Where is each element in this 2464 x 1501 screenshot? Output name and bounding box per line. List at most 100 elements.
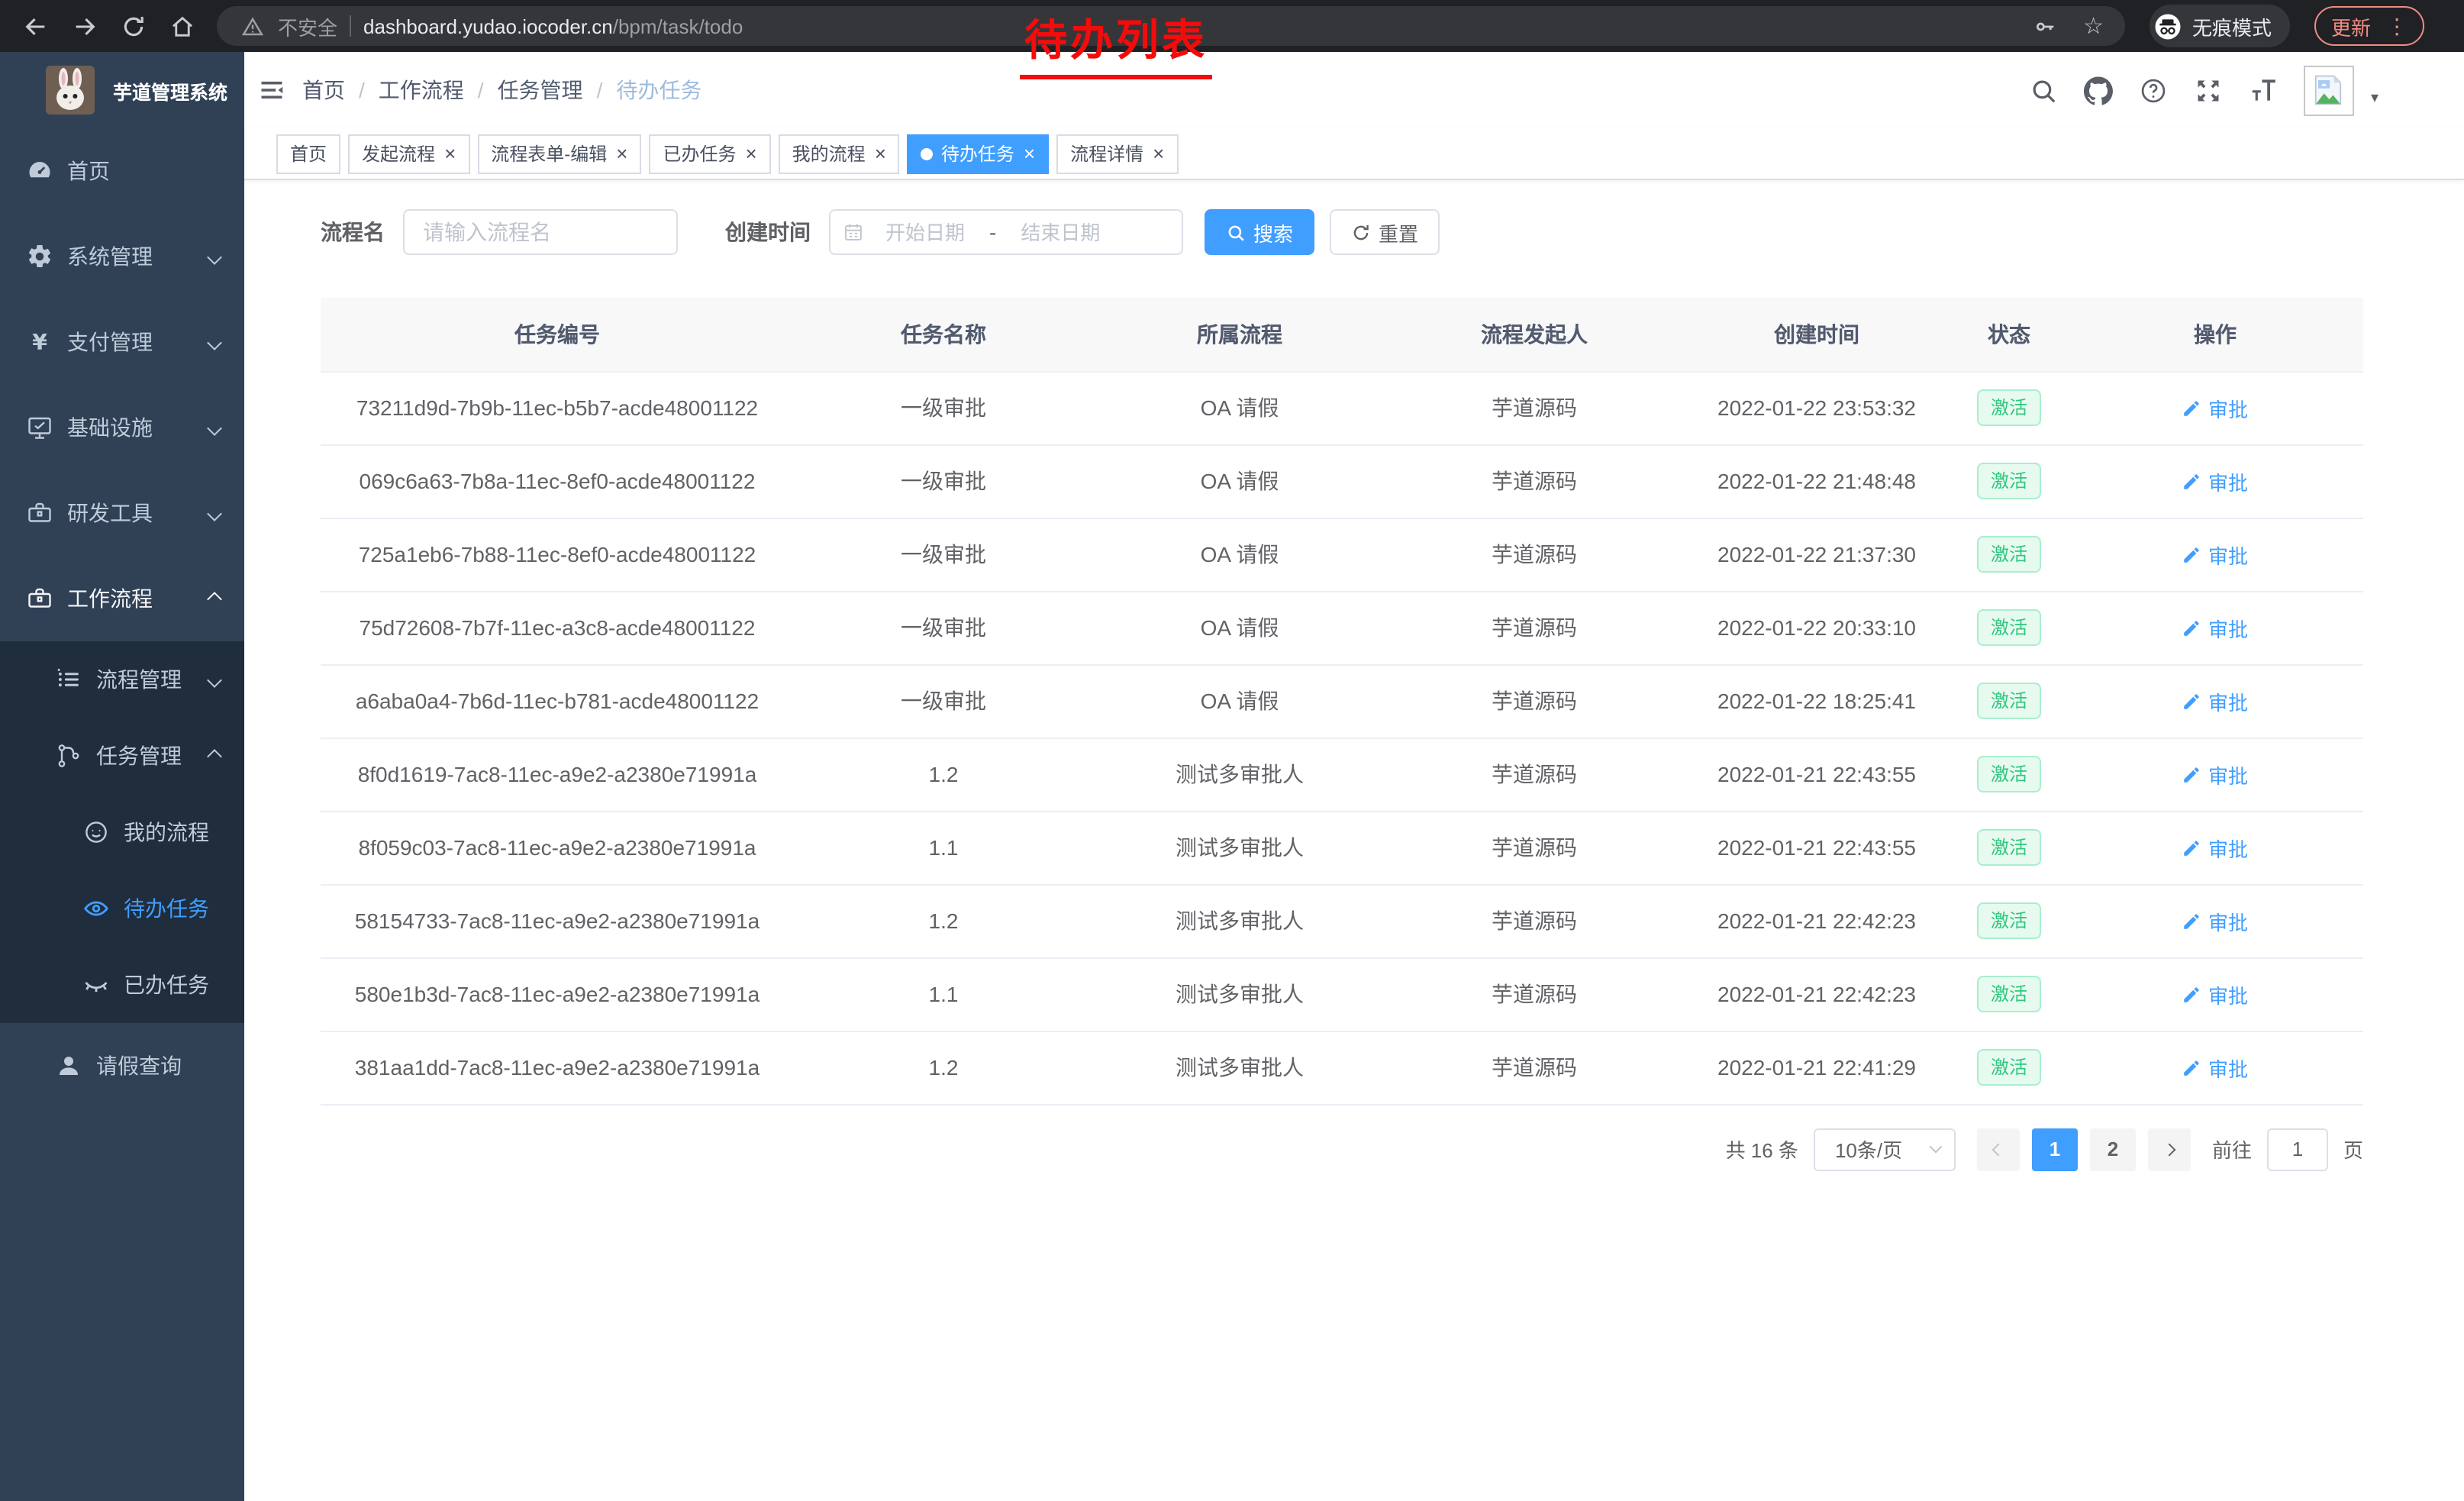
- tab-3[interactable]: 已办任务×: [649, 134, 770, 173]
- approve-link[interactable]: 审批: [2182, 466, 2248, 495]
- cell-created: 2022-01-22 20:33:10: [1682, 591, 1951, 664]
- tab-6[interactable]: 流程详情×: [1056, 134, 1178, 173]
- approve-link[interactable]: 审批: [2182, 393, 2248, 422]
- breadcrumb-item-0[interactable]: 首页: [302, 75, 345, 105]
- cell-task-name: 一级审批: [794, 591, 1093, 664]
- calendar-icon: [843, 221, 864, 243]
- user-icon: [55, 1052, 82, 1080]
- approve-link[interactable]: 审批: [2182, 540, 2248, 569]
- browser-update-button[interactable]: 更新 ⋮: [2314, 6, 2424, 46]
- cell-task-id: 8f0d1619-7ac8-11ec-a9e2-a2380e71991a: [321, 738, 794, 811]
- date-range-picker[interactable]: -: [829, 209, 1183, 255]
- next-page-button[interactable]: [2148, 1128, 2191, 1170]
- tab-close-icon[interactable]: ×: [1024, 144, 1035, 163]
- warning-icon: [238, 12, 266, 40]
- cell-process: OA 请假: [1093, 664, 1386, 738]
- table-row: 381aa1dd-7ac8-11ec-a9e2-a2380e71991a1.2测…: [321, 1031, 2363, 1104]
- approve-link[interactable]: 审批: [2182, 906, 2248, 935]
- tab-close-icon[interactable]: ×: [1153, 144, 1164, 163]
- approve-link[interactable]: 审批: [2182, 833, 2248, 862]
- chevron-down-icon: [1929, 1141, 1942, 1154]
- tab-4[interactable]: 我的流程×: [779, 134, 900, 173]
- page-2-button[interactable]: 2: [2090, 1128, 2136, 1170]
- font-size-icon[interactable]: [2249, 76, 2278, 105]
- chevron-up-icon: [207, 591, 222, 606]
- tab-1[interactable]: 发起流程×: [348, 134, 469, 173]
- cell-action: 审批: [2067, 518, 2363, 591]
- tab-close-icon[interactable]: ×: [444, 144, 456, 163]
- approve-link[interactable]: 审批: [2182, 980, 2248, 1009]
- update-label[interactable]: 更新: [2331, 11, 2371, 40]
- sidebar-item-10[interactable]: 已办任务: [0, 947, 244, 1023]
- sidebar-collapse-icon[interactable]: [250, 69, 293, 111]
- search-icon[interactable]: [2029, 76, 2058, 105]
- table-row: 8f0d1619-7ac8-11ec-a9e2-a2380e71991a1.2测…: [321, 738, 2363, 811]
- sidebar-item-4[interactable]: 研发工具: [0, 470, 244, 556]
- browser-back-icon[interactable]: [15, 6, 55, 46]
- sidebar-item-7[interactable]: 任务管理: [0, 718, 244, 794]
- browser-forward-icon[interactable]: [64, 6, 104, 46]
- cell-status: 激活: [1951, 957, 2067, 1031]
- page-size-select[interactable]: 10条/页: [1814, 1128, 1956, 1170]
- approve-label: 审批: [2208, 540, 2248, 569]
- pencil-icon: [2182, 911, 2202, 931]
- chevron-down-icon: [207, 249, 222, 264]
- browser-menu-icon[interactable]: ⋮: [2386, 15, 2408, 37]
- sidebar-item-5[interactable]: 工作流程: [0, 556, 244, 641]
- tab-0[interactable]: 首页: [276, 134, 340, 173]
- sidebar-item-9[interactable]: 待办任务: [0, 870, 244, 947]
- range-separator: -: [986, 220, 999, 244]
- sidebar-item-8[interactable]: 我的流程: [0, 794, 244, 870]
- app-logo-row[interactable]: 芋道管理系统: [0, 52, 244, 128]
- cell-process: 测试多审批人: [1093, 811, 1386, 884]
- tab-close-icon[interactable]: ×: [875, 144, 886, 163]
- sidebar-item-0[interactable]: 首页: [0, 128, 244, 214]
- approve-link[interactable]: 审批: [2182, 613, 2248, 642]
- cell-task-id: a6aba0a4-7b6d-11ec-b781-acde48001122: [321, 664, 794, 738]
- breadcrumb-item-2[interactable]: 任务管理: [498, 75, 583, 105]
- tab-5[interactable]: 待办任务×: [908, 134, 1049, 173]
- app-title: 芋道管理系统: [113, 76, 227, 105]
- status-badge: 激活: [1977, 609, 2041, 646]
- reset-button-label: 重置: [1379, 218, 1418, 247]
- prev-page-button[interactable]: [1977, 1128, 2020, 1170]
- breadcrumb-item-1[interactable]: 工作流程: [379, 75, 464, 105]
- tab-close-icon[interactable]: ×: [745, 144, 756, 163]
- reset-button[interactable]: 重置: [1330, 209, 1440, 255]
- approve-link[interactable]: 审批: [2182, 686, 2248, 715]
- avatar[interactable]: [2304, 65, 2354, 115]
- browser-reload-icon[interactable]: [113, 6, 153, 46]
- help-icon[interactable]: [2139, 76, 2168, 105]
- start-date-input[interactable]: [864, 221, 986, 244]
- security-warning-label[interactable]: 不安全: [278, 11, 337, 40]
- cell-process: 测试多审批人: [1093, 957, 1386, 1031]
- approve-label: 审批: [2208, 833, 2248, 862]
- navbar-actions: ▾: [2029, 65, 2379, 115]
- tab-close-icon[interactable]: ×: [616, 144, 627, 163]
- sidebar-item-11[interactable]: 请假查询: [0, 1023, 244, 1109]
- browser-home-icon[interactable]: [162, 6, 202, 46]
- search-button[interactable]: 搜索: [1205, 209, 1314, 255]
- key-icon[interactable]: [2031, 12, 2059, 40]
- sidebar-item-6[interactable]: 流程管理: [0, 641, 244, 718]
- approve-link[interactable]: 审批: [2182, 760, 2248, 789]
- chevron-down-icon: [207, 334, 222, 350]
- avatar-caret-icon[interactable]: ▾: [2371, 89, 2379, 106]
- fullscreen-icon[interactable]: [2194, 76, 2223, 105]
- approve-link[interactable]: 审批: [2182, 1053, 2248, 1082]
- cell-starter: 芋道源码: [1386, 518, 1682, 591]
- sidebar-item-1[interactable]: 系统管理: [0, 214, 244, 299]
- status-badge: 激活: [1977, 976, 2041, 1012]
- bookmark-star-icon[interactable]: ☆: [2083, 12, 2104, 40]
- cell-action: 审批: [2067, 1031, 2363, 1104]
- sidebar-item-label: 研发工具: [67, 498, 153, 528]
- process-name-input[interactable]: [403, 209, 678, 255]
- end-date-input[interactable]: [999, 221, 1121, 244]
- goto-page-input[interactable]: [2267, 1128, 2328, 1170]
- tab-2[interactable]: 流程表单-编辑×: [477, 134, 641, 173]
- active-tab-dot: [921, 147, 934, 160]
- github-icon[interactable]: [2084, 76, 2113, 105]
- page-1-button[interactable]: 1: [2032, 1128, 2078, 1170]
- sidebar-item-3[interactable]: 基础设施: [0, 385, 244, 470]
- sidebar-item-2[interactable]: ¥支付管理: [0, 299, 244, 385]
